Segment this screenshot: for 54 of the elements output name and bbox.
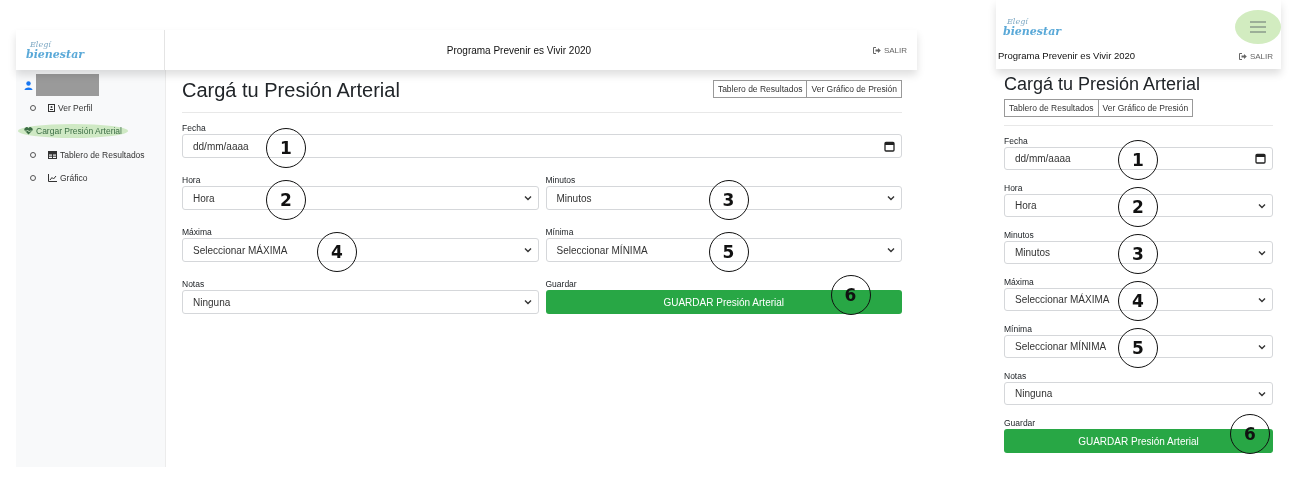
calendar-icon (1255, 153, 1266, 164)
field-label: Hora (1004, 183, 1023, 193)
field-label: Guardar (1004, 418, 1036, 428)
field-label: Notas (182, 279, 205, 289)
chevron-icon (523, 195, 532, 201)
sidebar-item[interactable]: Ver Perfil (48, 102, 93, 113)
chevron-icon (1258, 390, 1266, 397)
sidebar-item[interactable]: Gráfico (48, 172, 88, 183)
select-field[interactable]: Ninguna (1004, 382, 1273, 405)
page-title: Cargá tu Presión Arterial (182, 80, 400, 100)
menu-button[interactable] (1235, 10, 1281, 44)
chevron-icon (1258, 202, 1266, 209)
sidebar-item[interactable]: Cargar Presión Arterial (18, 124, 128, 138)
logo: Elegí bienestar (26, 40, 85, 60)
field-label: Guardar (545, 279, 577, 289)
chevron-icon (1258, 343, 1266, 350)
field-label: Minutos (1004, 230, 1034, 240)
menu-icon (1250, 21, 1266, 33)
logout-icon (1238, 53, 1247, 60)
nav-button[interactable]: Tablero de Resultados (712, 80, 808, 98)
redacted-block (36, 74, 99, 96)
header-title: Programa Prevenir es Vivir 2020 (998, 50, 1136, 61)
line-chart-icon (48, 173, 57, 182)
chevron-icon (887, 195, 895, 201)
field-label: Fecha (182, 123, 206, 133)
logo: Elegí bienestar (1003, 17, 1062, 37)
nav-button[interactable]: Ver Gráfico de Presión (1098, 99, 1194, 117)
page-title: Cargá tu Presión Arterial (1004, 75, 1202, 93)
chevron-icon (1258, 296, 1266, 303)
field-label: Máxima (182, 227, 212, 237)
header-title: Programa Prevenir es Vivir 2020 (445, 44, 593, 56)
table-icon (48, 150, 57, 159)
calendar-icon (884, 140, 895, 152)
field-label: Máxima (1004, 277, 1034, 287)
chevron-icon (523, 247, 532, 253)
chevron-icon (887, 247, 895, 253)
sidebar-item[interactable]: Tablero de Resultados (48, 149, 145, 160)
nav-button[interactable]: Tablero de Resultados (1004, 99, 1099, 117)
heartbeat-icon (24, 127, 33, 135)
logout-icon (872, 46, 881, 54)
logout-link[interactable]: SALIR (1238, 52, 1273, 61)
chevron-icon (1258, 249, 1266, 256)
field-label: Mínima (545, 227, 574, 237)
field-label: Hora (182, 175, 201, 185)
chevron-icon (523, 299, 532, 305)
select-field[interactable]: Ninguna (182, 290, 539, 314)
id-card-icon (48, 103, 55, 112)
logout-link[interactable]: SALIR (872, 45, 917, 55)
nav-button[interactable]: Ver Gráfico de Presión (807, 80, 902, 98)
field-label: Notas (1004, 371, 1027, 381)
field-label: Mínima (1004, 324, 1032, 334)
field-label: Fecha (1004, 136, 1028, 146)
user-icon (24, 80, 33, 90)
field-label: Minutos (545, 175, 576, 185)
